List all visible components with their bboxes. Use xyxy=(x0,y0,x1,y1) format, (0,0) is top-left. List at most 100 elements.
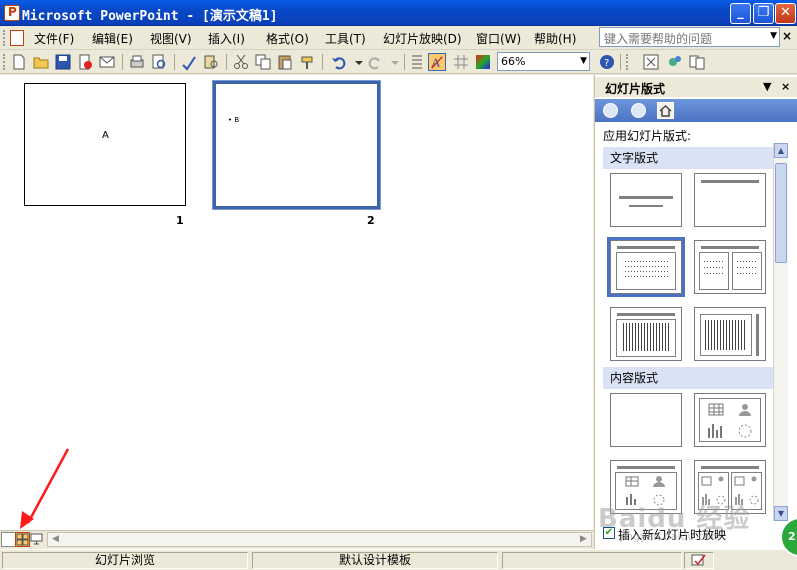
spelling-icon[interactable] xyxy=(180,53,198,71)
slide-bullet-text: • B xyxy=(228,116,240,124)
watermark-url: jingyan.baidu.com xyxy=(620,530,722,543)
toolbar-separator xyxy=(122,54,123,70)
layout-two-column-text[interactable] xyxy=(694,240,766,294)
horizontal-scrollbar[interactable]: ◀ ▶ xyxy=(47,532,592,547)
close-button[interactable]: ✕ xyxy=(775,3,796,24)
print-icon[interactable] xyxy=(128,53,146,71)
show-formatting-icon[interactable]: A xyxy=(428,53,446,71)
zoom-select[interactable]: 66% ▼ xyxy=(497,52,590,71)
standard-toolbar: A ? xyxy=(0,50,797,74)
email-icon[interactable] xyxy=(98,53,116,71)
menu-window[interactable]: 窗口(W) xyxy=(476,30,521,47)
spelling-status-icon[interactable] xyxy=(684,552,714,569)
undo-icon[interactable] xyxy=(330,53,348,71)
toolbar-grip-handle[interactable] xyxy=(626,54,629,70)
layout-blank[interactable] xyxy=(610,393,682,447)
toolbar-separator xyxy=(322,54,323,70)
menu-edit[interactable]: 编辑(E) xyxy=(92,30,133,47)
toolbar-grip-handle[interactable] xyxy=(3,54,6,70)
redo-icon[interactable] xyxy=(366,53,384,71)
close-window-icon[interactable] xyxy=(642,53,660,71)
normal-view-icon[interactable] xyxy=(1,532,16,547)
scroll-up-icon[interactable]: ▲ xyxy=(774,143,788,158)
slideshow-view-icon[interactable] xyxy=(30,532,45,547)
menu-format[interactable]: 格式(O) xyxy=(266,30,309,47)
scroll-thumb[interactable] xyxy=(775,163,787,263)
menu-help[interactable]: 帮助(H) xyxy=(534,30,576,47)
status-view: 幻灯片浏览 xyxy=(2,552,248,569)
scroll-right-icon[interactable]: ▶ xyxy=(576,533,591,546)
menu-tools[interactable]: 工具(T) xyxy=(325,30,366,47)
powerpoint-app-icon[interactable] xyxy=(4,5,20,21)
menu-view[interactable]: 视图(V) xyxy=(150,30,192,47)
grid-icon[interactable] xyxy=(452,53,470,71)
slide-sorter-area[interactable]: A 1 • B 2 xyxy=(0,75,593,530)
menu-grip-handle[interactable] xyxy=(3,30,6,46)
expand-all-icon[interactable] xyxy=(408,53,426,71)
slide-title-text: A xyxy=(102,130,109,141)
toolbar-separator xyxy=(226,54,227,70)
save-icon[interactable] xyxy=(54,53,72,71)
task-pane-title: 幻灯片版式 xyxy=(605,82,666,96)
layout-title-and-text[interactable] xyxy=(607,237,685,297)
status-bar: 幻灯片浏览 默认设计模板 xyxy=(0,549,797,570)
menu-slideshow[interactable]: 幻灯片放映(D) xyxy=(383,30,462,47)
menu-insert[interactable]: 插入(I) xyxy=(208,30,245,47)
zoom-value: 66% xyxy=(501,55,526,68)
format-painter-icon[interactable] xyxy=(298,53,316,71)
scroll-left-icon[interactable]: ◀ xyxy=(48,533,63,546)
document-close-button[interactable]: × xyxy=(782,29,792,43)
color-grayscale-icon[interactable] xyxy=(474,53,492,71)
section-header-content-layouts: 内容版式 xyxy=(603,367,773,389)
home-icon[interactable] xyxy=(657,102,674,119)
paste-icon[interactable] xyxy=(276,53,294,71)
slide-number-1: 1 xyxy=(176,214,184,227)
mail-recipient-icon[interactable] xyxy=(666,53,684,71)
copy-icon[interactable] xyxy=(254,53,272,71)
slide-sorter-view-icon[interactable] xyxy=(15,532,30,547)
toolbar-separator xyxy=(404,54,405,70)
toolbar-separator xyxy=(620,54,621,70)
chevron-down-icon[interactable]: ▼ xyxy=(770,31,777,41)
cut-icon[interactable] xyxy=(232,53,250,71)
back-arrow-icon[interactable] xyxy=(603,103,618,118)
annotation-arrow xyxy=(20,448,70,529)
chevron-down-icon[interactable]: ▼ xyxy=(580,56,587,66)
task-pane-nav xyxy=(595,99,797,122)
slide-thumbnail-2[interactable]: • B xyxy=(212,80,381,210)
task-pane-scrollbar[interactable]: ▲ ▼ xyxy=(773,143,788,521)
permission-icon[interactable] xyxy=(76,53,94,71)
task-pane-header: 幻灯片版式 ▼ × xyxy=(595,77,797,97)
title-bar: Microsoft PowerPoint - [演示文稿1] _ ❐ ✕ xyxy=(0,0,797,26)
document-icon[interactable] xyxy=(10,30,24,46)
open-folder-icon[interactable] xyxy=(32,53,50,71)
slide-thumbnail-1[interactable]: A xyxy=(24,83,186,206)
forward-arrow-icon[interactable] xyxy=(631,103,646,118)
layout-gallery: 文字版式 内容版式 xyxy=(603,143,773,521)
redo-dropdown-icon[interactable] xyxy=(386,53,404,71)
task-pane-close-icon[interactable]: × xyxy=(781,80,790,93)
help-placeholder: 键入需要帮助的问题 xyxy=(604,32,713,46)
layout-vertical-text[interactable] xyxy=(610,307,682,361)
restore-button[interactable]: ❐ xyxy=(753,3,774,24)
status-template: 默认设计模板 xyxy=(252,552,498,569)
help-icon[interactable]: ? xyxy=(598,53,616,71)
scroll-down-icon[interactable]: ▼ xyxy=(774,506,788,521)
new-document-icon[interactable] xyxy=(10,53,28,71)
layout-vertical-title-text[interactable] xyxy=(694,307,766,361)
help-search-input[interactable]: 键入需要帮助的问题 ▼ xyxy=(599,27,780,47)
view-bar: ◀ ▶ xyxy=(0,530,593,548)
minimize-button[interactable]: _ xyxy=(730,3,751,24)
status-empty xyxy=(502,552,682,569)
menu-file[interactable]: 文件(F) xyxy=(34,30,74,47)
compare-icon[interactable] xyxy=(688,53,706,71)
task-pane-menu-icon[interactable]: ▼ xyxy=(763,80,771,93)
toolbar-separator xyxy=(174,54,175,70)
apply-layout-label: 应用幻灯片版式: xyxy=(603,129,692,143)
research-icon[interactable] xyxy=(202,53,220,71)
slide-number-2: 2 xyxy=(367,214,375,227)
layout-title-only[interactable] xyxy=(694,173,766,227)
layout-content[interactable] xyxy=(694,393,766,447)
layout-title-slide[interactable] xyxy=(610,173,682,227)
print-preview-icon[interactable] xyxy=(150,53,168,71)
